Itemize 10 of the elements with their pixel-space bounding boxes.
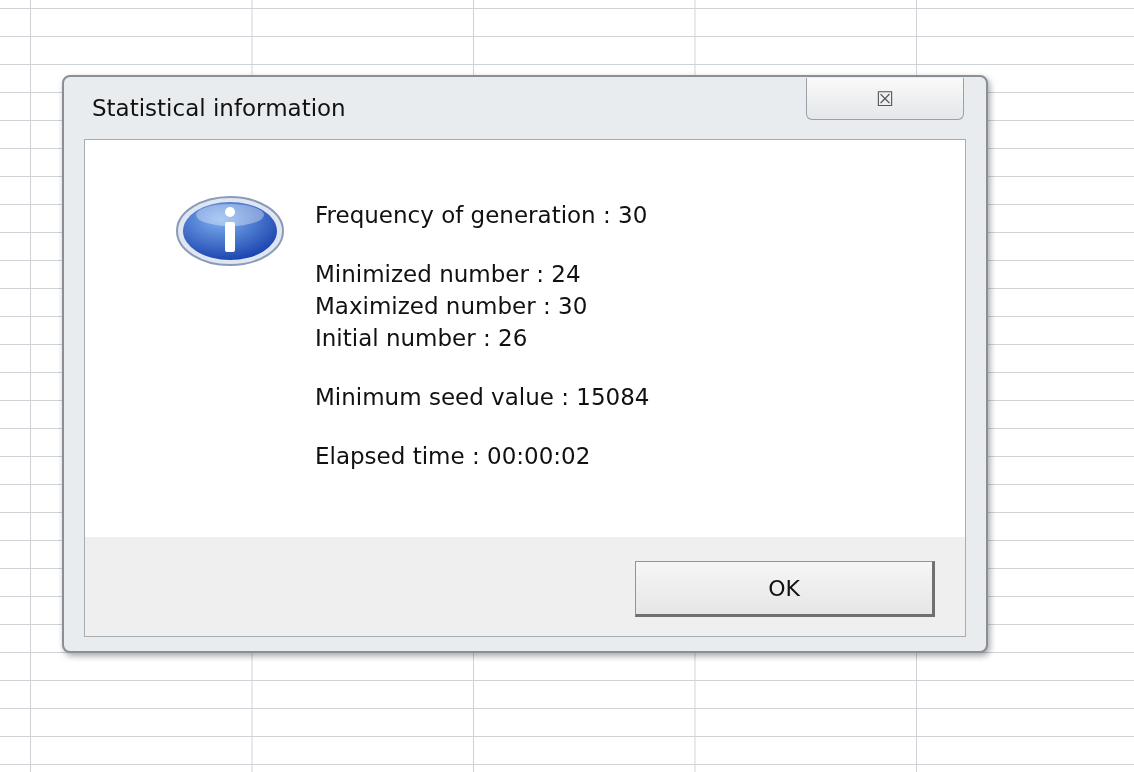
message-text: Minimized number : 24: [315, 260, 582, 289]
message-text: Minimum seed value : 15084: [315, 383, 650, 412]
ok-button[interactable]: OK: [635, 561, 935, 617]
close-button[interactable]: ☒: [806, 78, 964, 120]
message-text: Initial number : 26: [315, 324, 529, 353]
window-title: Statistical information: [92, 95, 346, 121]
message-text: Maximized number : 30: [315, 292, 589, 321]
info-icon: [175, 195, 285, 267]
message-text: Frequency of generation : 30: [315, 201, 649, 230]
message-text: Elapsed time : 00:00:02: [315, 442, 592, 471]
